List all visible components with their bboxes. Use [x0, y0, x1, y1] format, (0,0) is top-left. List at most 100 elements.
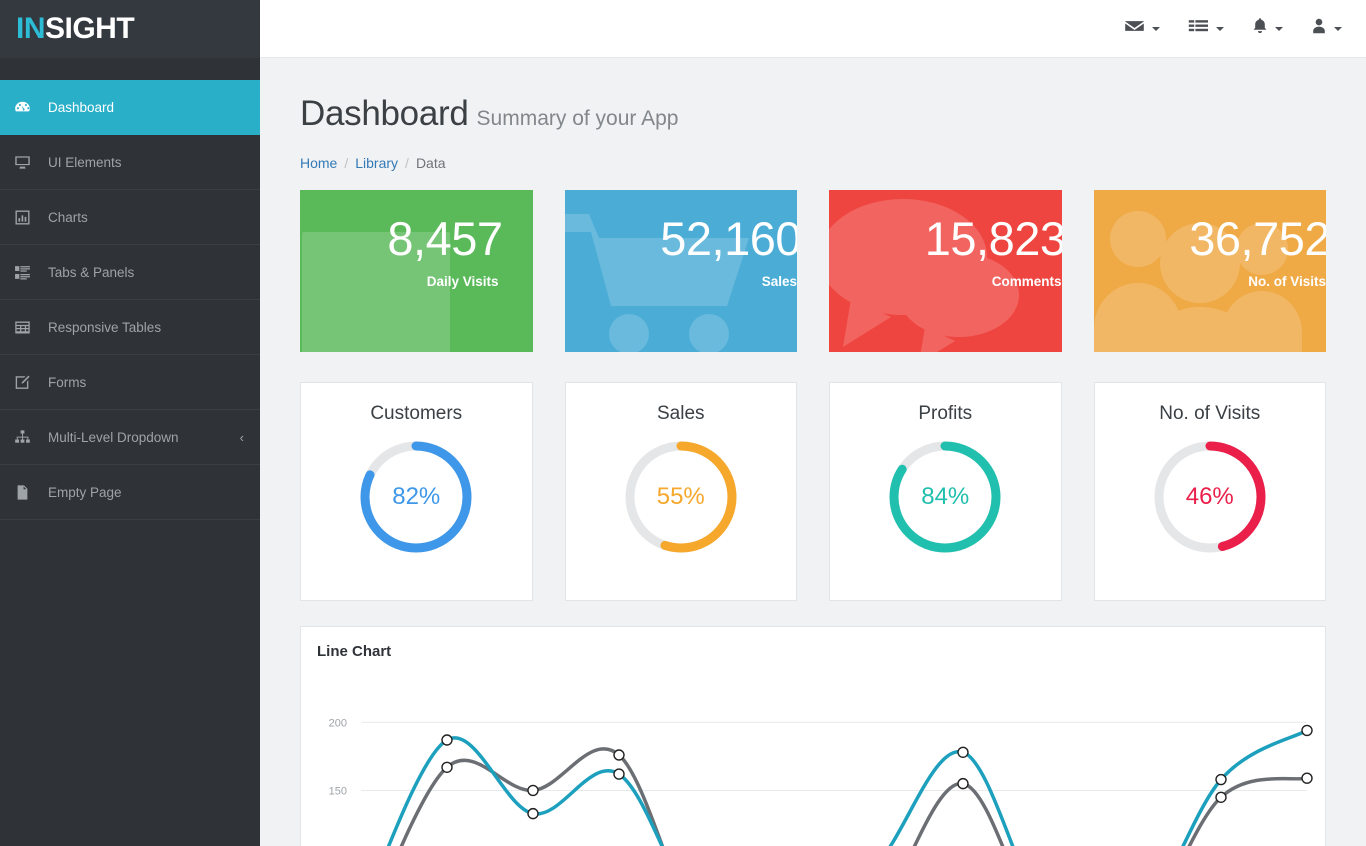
line-series: [386, 728, 1309, 846]
tasks-icon: [1188, 18, 1209, 39]
line-series: [399, 747, 1309, 846]
sidebar-item-responsive-tables[interactable]: Responsive Tables: [0, 300, 260, 355]
donut-card-sales[interactable]: Sales 55%: [564, 382, 797, 601]
stat-card-label: No. of Visits: [1248, 273, 1326, 289]
donut-card-title: Sales: [656, 403, 705, 424]
line-data-point[interactable]: [1301, 724, 1313, 737]
breadcrumb-item-library[interactable]: Library: [355, 155, 398, 171]
table-icon: [14, 319, 48, 336]
donut-card-customers[interactable]: Customers 82%: [300, 382, 533, 601]
line-data-point[interactable]: [441, 734, 453, 746]
y-axis-tick-label: 200: [329, 717, 347, 729]
bar-chart-icon: [14, 209, 48, 226]
user-icon: [1311, 17, 1327, 40]
sidebar-item-label: Empty Page: [48, 484, 122, 500]
donut-chart: 82%: [358, 439, 474, 555]
sidebar-item-multi-level-dropdown[interactable]: Multi-Level Dropdown ‹: [0, 410, 260, 465]
sidebar-item-charts[interactable]: Charts: [0, 190, 260, 245]
donut-card-row: Customers 82% Sales 55% Profits 84% No. …: [260, 352, 1366, 601]
stat-card-value: 15,823: [924, 212, 1062, 265]
donut-percent-label: 46%: [1185, 483, 1234, 510]
donut-percent-label: 82%: [392, 483, 441, 510]
sitemap-icon: [14, 429, 48, 446]
sidebar-item-label: Charts: [48, 209, 88, 225]
line-chart-svg[interactable]: 150 200: [301, 667, 1325, 846]
envelope-icon: [1124, 18, 1145, 39]
breadcrumb-item-home[interactable]: Home: [300, 155, 337, 171]
sidebar-item-label: Responsive Tables: [48, 319, 162, 335]
stat-card-label: Comments: [991, 273, 1062, 289]
topbar: [260, 0, 1366, 58]
donut-percent-label: 84%: [921, 483, 970, 510]
bell-icon: [1252, 17, 1268, 40]
messages-dropdown[interactable]: [1110, 0, 1174, 58]
donut-card-profits[interactable]: Profits 84%: [829, 382, 1062, 601]
stat-card-daily-visits[interactable]: 8,457 Daily Visits: [300, 190, 533, 352]
desktop-icon: [14, 154, 48, 171]
file-icon: [14, 484, 48, 501]
brand-logo-text: INSIGHT: [16, 12, 135, 45]
donut-card-title: Profits: [918, 403, 973, 424]
breadcrumb: Home / Library / Data: [300, 155, 1326, 171]
notifications-dropdown[interactable]: [1238, 0, 1297, 58]
sidebar-item-label: UI Elements: [48, 154, 122, 170]
brand-logo-suffix: SIGHT: [45, 12, 135, 45]
sidebar-item-forms[interactable]: Forms: [0, 355, 260, 410]
line-data-point[interactable]: [957, 777, 969, 790]
line-data-point[interactable]: [1301, 772, 1313, 784]
sidebar-item-label: Forms: [48, 374, 87, 390]
sidebar-item-ui-elements[interactable]: UI Elements: [0, 135, 260, 190]
user-dropdown[interactable]: [1297, 0, 1366, 58]
sidebar-item-caret: ‹: [239, 429, 244, 445]
stat-card-figures: 36,752 No. of Visits: [1098, 212, 1326, 289]
donut-card-title: Customers: [370, 403, 463, 424]
stat-card-label: Sales: [761, 273, 797, 289]
line-data-point[interactable]: [613, 749, 625, 761]
line-data-point[interactable]: [613, 768, 625, 780]
brand-logo[interactable]: INSIGHT: [0, 0, 260, 58]
chevron-down-icon: [1216, 26, 1224, 31]
brand-logo-prefix: IN: [16, 12, 46, 45]
page-subtitle: Summary of your App: [476, 107, 679, 130]
stat-card-value: 8,457: [387, 212, 503, 265]
donut-chart: 46%: [1152, 439, 1268, 555]
sidebar-item-label: Dashboard: [48, 99, 115, 115]
donut-chart: 84%: [887, 439, 1003, 555]
line-data-point[interactable]: [1215, 773, 1227, 786]
sidebar-item-empty-page[interactable]: Empty Page: [0, 465, 260, 520]
page-title: Dashboard: [300, 94, 469, 133]
page-header: Dashboard Summary of your App Home / Librar…: [260, 58, 1366, 171]
th-list-icon: [14, 264, 48, 281]
donut-card-no-of-visits[interactable]: No. of Visits 46%: [1093, 382, 1326, 601]
donut-percent-label: 55%: [656, 483, 705, 510]
donut-chart: 55%: [623, 439, 739, 555]
sidebar-nav: Dashboard UI Elements Charts Tabs & Pane…: [0, 58, 260, 520]
line-data-point[interactable]: [957, 746, 969, 758]
sidebar-item-label: Multi-Level Dropdown: [48, 429, 179, 445]
stat-card-value: 52,160: [660, 212, 797, 265]
chevron-down-icon: [1334, 26, 1342, 31]
stat-card-row: 8,457 Daily Visits 52,160 Sales 15,823 C…: [260, 171, 1366, 352]
line-data-point[interactable]: [527, 807, 539, 820]
stat-card-comments[interactable]: 15,823 Comments: [829, 190, 1062, 352]
sidebar: INSIGHT Dashboard UI Elements Charts Tab…: [0, 0, 260, 846]
line-data-point[interactable]: [1215, 791, 1227, 803]
tasks-dropdown[interactable]: [1174, 0, 1238, 58]
breadcrumb-separator: /: [344, 155, 349, 171]
sidebar-item-tabs-panels[interactable]: Tabs & Panels: [0, 245, 260, 300]
line-data-point[interactable]: [441, 761, 453, 773]
dashboard-icon: [14, 99, 48, 116]
breadcrumb-item-data: Data: [415, 155, 446, 171]
stat-card-value: 36,752: [1189, 212, 1326, 265]
stat-card-sales[interactable]: 52,160 Sales: [564, 190, 797, 352]
line-chart-panel: Line Chart 150 200: [300, 626, 1326, 846]
stat-card-label: Daily Visits: [426, 273, 499, 289]
stat-card-figures: 52,160 Sales: [569, 212, 797, 289]
line-chart-title: Line Chart: [317, 643, 392, 660]
donut-card-title: No. of Visits: [1159, 403, 1261, 424]
breadcrumb-separator: /: [405, 155, 409, 171]
line-data-point[interactable]: [527, 784, 539, 797]
chevron-down-icon: [1275, 26, 1283, 31]
stat-card-no-of-visits[interactable]: 36,752 No. of Visits: [1093, 190, 1326, 352]
sidebar-item-dashboard[interactable]: Dashboard: [0, 80, 260, 135]
